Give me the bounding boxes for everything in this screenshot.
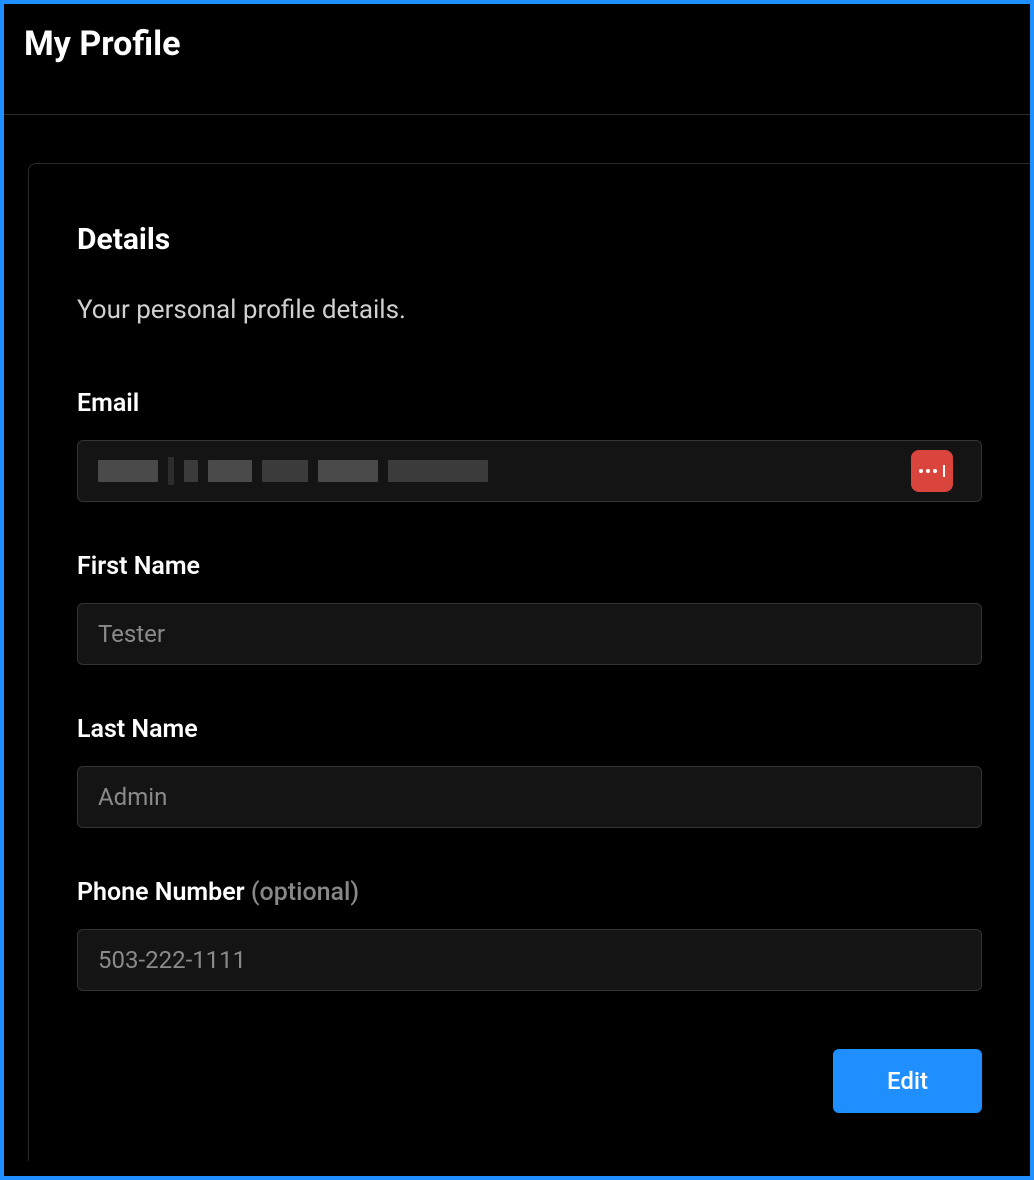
password-manager-icon[interactable] (911, 450, 953, 492)
last-name-label: Last Name (77, 715, 982, 744)
field-group-phone: Phone Number (optional) (77, 878, 982, 991)
content-area: Details Your personal profile details. E… (4, 115, 1030, 1161)
field-group-email: Email (77, 389, 982, 502)
first-name-field[interactable] (77, 603, 982, 665)
phone-label-main: Phone Number (77, 878, 245, 907)
section-title: Details (77, 222, 982, 257)
phone-label: Phone Number (optional) (77, 878, 982, 907)
email-input-wrap (77, 440, 982, 502)
page-header: My Profile (4, 4, 1030, 115)
email-field[interactable] (77, 440, 982, 502)
actions-row: Edit (77, 1041, 982, 1113)
email-label: Email (77, 389, 982, 418)
page-title: My Profile (24, 24, 1010, 64)
field-group-last-name: Last Name (77, 715, 982, 828)
email-redacted-content (98, 457, 488, 485)
section-subtitle: Your personal profile details. (77, 295, 982, 325)
edit-button[interactable]: Edit (833, 1049, 982, 1113)
phone-label-optional: (optional) (251, 878, 359, 907)
phone-field[interactable] (77, 929, 982, 991)
first-name-label: First Name (77, 552, 982, 581)
field-group-first-name: First Name (77, 552, 982, 665)
last-name-field[interactable] (77, 766, 982, 828)
details-card: Details Your personal profile details. E… (28, 163, 1030, 1161)
